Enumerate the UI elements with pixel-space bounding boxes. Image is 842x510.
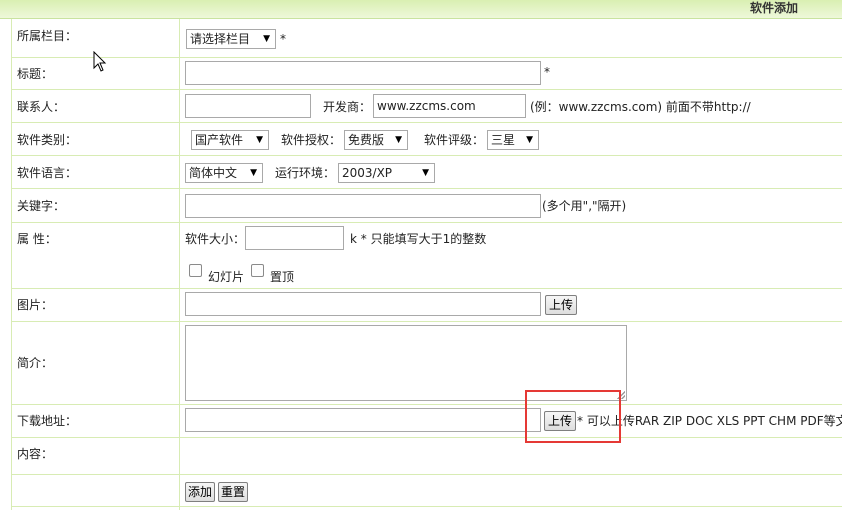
software-type-select-value: 国产软件 (195, 133, 244, 147)
chevron-down-icon: ▼ (263, 34, 270, 44)
language-label: 软件语言： (17, 166, 78, 180)
header-bar: 软件添加 (0, 0, 842, 19)
title-label: 标题： (17, 67, 54, 81)
license-select[interactable]: 免费版 ▼ (344, 130, 408, 150)
environment-select[interactable]: 2003/XP ▼ (338, 163, 435, 183)
rating-select-value: 三星 (491, 133, 516, 147)
grid-line (11, 122, 842, 123)
intro-label: 简介： (17, 356, 54, 370)
chevron-down-icon: ▼ (250, 168, 257, 178)
add-button[interactable]: 添加 (185, 482, 215, 502)
reset-button[interactable]: 重置 (218, 482, 248, 502)
image-input[interactable] (185, 292, 541, 316)
image-label: 图片： (17, 298, 54, 312)
grid-line (11, 155, 842, 156)
chevron-down-icon: ▼ (526, 135, 533, 145)
keywords-hint: (多个用","隔开) (542, 199, 627, 213)
license-select-value: 免费版 (348, 133, 385, 147)
software-type-label: 软件类别： (17, 133, 78, 147)
slideshow-checkbox[interactable] (189, 264, 202, 277)
grid-line (11, 222, 842, 223)
grid-line (11, 506, 842, 507)
grid-line (11, 474, 842, 475)
download-label: 下载地址： (17, 414, 78, 428)
chevron-down-icon: ▼ (256, 135, 263, 145)
developer-input[interactable]: www.zzcms.com (373, 94, 526, 118)
grid-line (11, 89, 842, 90)
chevron-down-icon: ▼ (395, 135, 402, 145)
grid-line (11, 321, 842, 322)
attributes-label: 属 性： (17, 232, 57, 246)
environment-select-value: 2003/XP (342, 166, 393, 180)
license-label: 软件授权： (281, 133, 342, 147)
pin-top-checkbox[interactable] (251, 264, 264, 277)
download-input[interactable] (185, 408, 541, 432)
image-upload-button[interactable]: 上传 (545, 295, 577, 315)
required-mark: * (544, 65, 550, 79)
required-mark: * (280, 32, 286, 46)
developer-input-value: www.zzcms.com (377, 99, 476, 113)
software-type-select[interactable]: 国产软件 ▼ (191, 130, 269, 150)
size-label: 软件大小： (185, 232, 246, 246)
environment-label: 运行环境： (275, 166, 336, 180)
page-title: 软件添加 (749, 1, 798, 15)
size-input[interactable] (245, 226, 344, 250)
grid-line (11, 57, 842, 58)
contact-input[interactable] (185, 94, 311, 118)
mouse-cursor-icon (93, 51, 107, 72)
grid-line (11, 288, 842, 289)
title-input[interactable] (185, 61, 541, 85)
grid-line (11, 437, 842, 438)
rating-label: 软件评级： (424, 133, 485, 147)
developer-label: 开发商： (323, 100, 372, 114)
developer-hint: (例：www.zzcms.com) 前面不带http:// (530, 100, 751, 114)
language-select[interactable]: 简体中文 ▼ (185, 163, 263, 183)
category-select[interactable]: 请选择栏目 ▼ (186, 29, 276, 49)
contact-label: 联系人： (17, 100, 66, 114)
category-label: 所属栏目： (17, 29, 78, 43)
keywords-label: 关键字： (17, 199, 66, 213)
category-select-value: 请选择栏目 (190, 32, 251, 46)
grid-line (11, 188, 842, 189)
language-select-value: 简体中文 (189, 166, 238, 180)
slideshow-label: 幻灯片 (208, 270, 245, 284)
rating-select[interactable]: 三星 ▼ (487, 130, 539, 150)
size-hint: k * 只能填写大于1的整数 (350, 232, 487, 246)
content-label: 内容： (17, 447, 54, 461)
keywords-input[interactable] (185, 194, 541, 218)
highlight-box (525, 390, 621, 443)
chevron-down-icon: ▼ (422, 168, 429, 178)
pin-top-label: 置顶 (270, 270, 295, 284)
grid-line (11, 404, 842, 405)
